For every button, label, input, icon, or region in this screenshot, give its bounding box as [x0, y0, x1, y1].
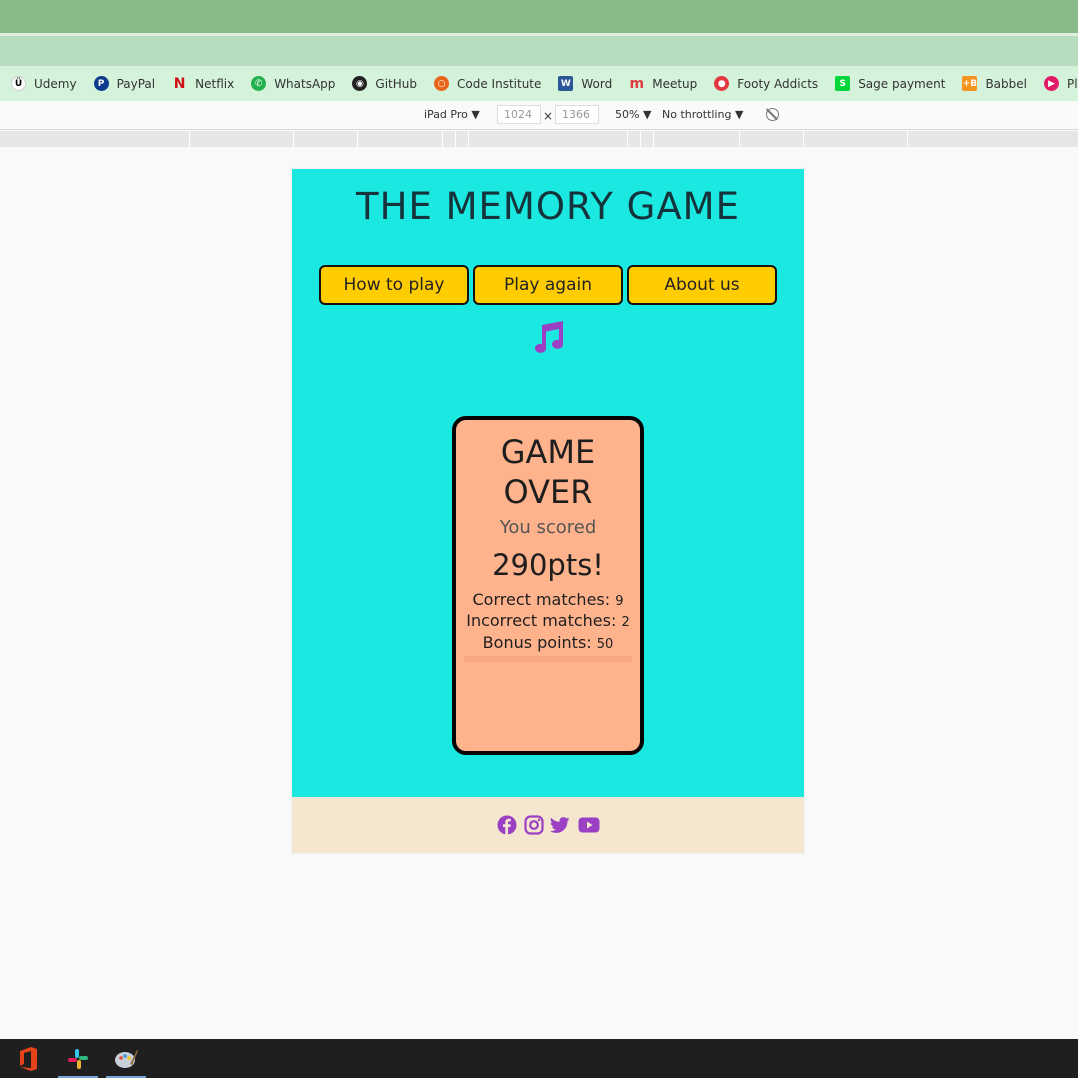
- dimension-separator: ×: [543, 109, 554, 123]
- bonus-points-value: 50: [596, 637, 614, 652]
- media-query-tick: [189, 131, 190, 147]
- media-query-tick: [907, 131, 908, 147]
- browser-tab-strip: [0, 0, 1078, 33]
- meetup-icon: m: [629, 75, 645, 92]
- code-institute-icon: ○: [434, 76, 450, 91]
- game-area: THE MEMORY GAME How to play Play again A…: [292, 169, 804, 797]
- game-over-heading: GAME OVER: [456, 432, 640, 512]
- bookmark-footy-addicts[interactable]: ● Footy Addicts: [714, 76, 818, 91]
- game-over-card: GAME OVER You scored 290pts! Correct mat…: [452, 416, 644, 755]
- device-width-input[interactable]: 1024: [497, 105, 541, 124]
- incorrect-matches-value: 2: [621, 615, 630, 630]
- media-query-tick: [653, 131, 654, 147]
- bookmark-netflix[interactable]: N Netflix: [172, 75, 235, 92]
- about-us-button[interactable]: About us: [627, 265, 777, 305]
- bookmark-pluralsight[interactable]: ▶ Pluralsight: [1043, 76, 1078, 91]
- bookmark-label: Udemy: [34, 76, 77, 91]
- media-query-tick: [640, 131, 641, 147]
- office-icon[interactable]: [8, 1039, 48, 1078]
- bookmark-label: PayPal: [116, 76, 156, 91]
- media-query-tick: [803, 131, 804, 147]
- bookmark-github[interactable]: ◉ GitHub: [352, 76, 417, 91]
- footy-addicts-icon: ●: [714, 76, 730, 91]
- media-query-bar[interactable]: [0, 131, 1078, 147]
- paypal-icon: P: [93, 76, 109, 91]
- throttling-select[interactable]: No throttling ▼: [662, 108, 743, 121]
- address-bar-strip[interactable]: [0, 36, 1078, 66]
- taskbar: [0, 1039, 1078, 1078]
- sage-icon: S: [835, 76, 851, 91]
- bookmark-label: Code Institute: [457, 76, 542, 91]
- bookmarks-bar: Ü Udemy P PayPal N Netflix ✆ WhatsApp ◉ GitHub ○ Co…: [0, 66, 1078, 101]
- whatsapp-icon: ✆: [251, 76, 267, 91]
- media-query-tick: [455, 131, 456, 147]
- bookmark-label: Pluralsight: [1066, 76, 1078, 91]
- correct-matches-value: 9: [615, 594, 624, 609]
- udemy-icon: Ü: [11, 76, 26, 91]
- game-over-line-1: GAME: [500, 433, 596, 471]
- correct-matches-label: Correct matches:: [472, 590, 611, 609]
- bookmark-label: Word: [581, 76, 613, 91]
- bookmark-label: GitHub: [375, 76, 418, 91]
- bookmark-label: Sage payment: [858, 76, 946, 91]
- bookmark-udemy[interactable]: Ü Udemy: [11, 76, 77, 91]
- bookmark-label: Netflix: [195, 76, 235, 91]
- zoom-select[interactable]: 50% ▼: [615, 108, 651, 121]
- word-icon: W: [558, 76, 574, 91]
- bookmark-babbel[interactable]: +B Babbel: [962, 76, 1027, 91]
- device-height-input[interactable]: 1366: [555, 105, 599, 124]
- github-icon: ◉: [352, 76, 368, 91]
- media-query-tick: [293, 131, 294, 147]
- you-scored-label: You scored: [499, 517, 597, 538]
- bookmark-label: Footy Addicts: [737, 76, 819, 91]
- media-query-tick: [627, 131, 628, 147]
- bonus-points-stat: Bonus points: 50: [456, 633, 640, 652]
- bonus-points-label: Bonus points:: [482, 633, 592, 652]
- rotate-icon[interactable]: [766, 108, 779, 121]
- device-toolbar: iPad Pro ▼ 1024 × 1366 50% ▼ No throttli…: [0, 101, 1078, 130]
- youtube-icon[interactable]: [578, 815, 600, 835]
- facebook-icon[interactable]: [497, 815, 517, 835]
- music-note-icon[interactable]: [529, 319, 567, 355]
- babbel-icon: +B: [962, 76, 978, 91]
- device-select[interactable]: iPad Pro ▼: [424, 108, 480, 121]
- footer: [292, 797, 804, 853]
- bookmark-label: Meetup: [652, 76, 698, 91]
- card-divider: [464, 656, 632, 662]
- bookmark-sage-payment[interactable]: S Sage payment: [835, 76, 945, 91]
- instagram-icon[interactable]: [524, 815, 544, 835]
- final-score: 290pts!: [492, 548, 604, 582]
- media-query-tick: [357, 131, 358, 147]
- paint-icon[interactable]: [106, 1039, 146, 1078]
- bookmark-label: Babbel: [985, 76, 1027, 91]
- game-title: THE MEMORY GAME: [356, 185, 740, 228]
- media-query-tick: [739, 131, 740, 147]
- slack-icon[interactable]: [58, 1039, 98, 1078]
- bookmark-meetup[interactable]: m Meetup: [629, 75, 698, 92]
- bookmark-whatsapp[interactable]: ✆ WhatsApp: [251, 76, 335, 91]
- netflix-icon: N: [173, 75, 186, 92]
- media-query-tick: [468, 131, 469, 147]
- bookmark-word[interactable]: W Word: [558, 76, 612, 91]
- incorrect-matches-stat: Incorrect matches: 2: [456, 611, 640, 630]
- game-over-line-2: OVER: [503, 473, 593, 511]
- emulated-page: THE MEMORY GAME How to play Play again A…: [292, 169, 804, 853]
- incorrect-matches-label: Incorrect matches:: [466, 611, 617, 630]
- correct-matches-stat: Correct matches: 9: [456, 590, 640, 609]
- bookmark-paypal[interactable]: P PayPal: [93, 76, 156, 91]
- play-again-button[interactable]: Play again: [473, 265, 623, 305]
- twitter-icon[interactable]: [550, 815, 570, 835]
- how-to-play-button[interactable]: How to play: [319, 265, 469, 305]
- bookmark-code-institute[interactable]: ○ Code Institute: [434, 76, 541, 91]
- bookmark-label: WhatsApp: [274, 76, 336, 91]
- media-query-tick: [442, 131, 443, 147]
- pluralsight-icon: ▶: [1043, 76, 1059, 91]
